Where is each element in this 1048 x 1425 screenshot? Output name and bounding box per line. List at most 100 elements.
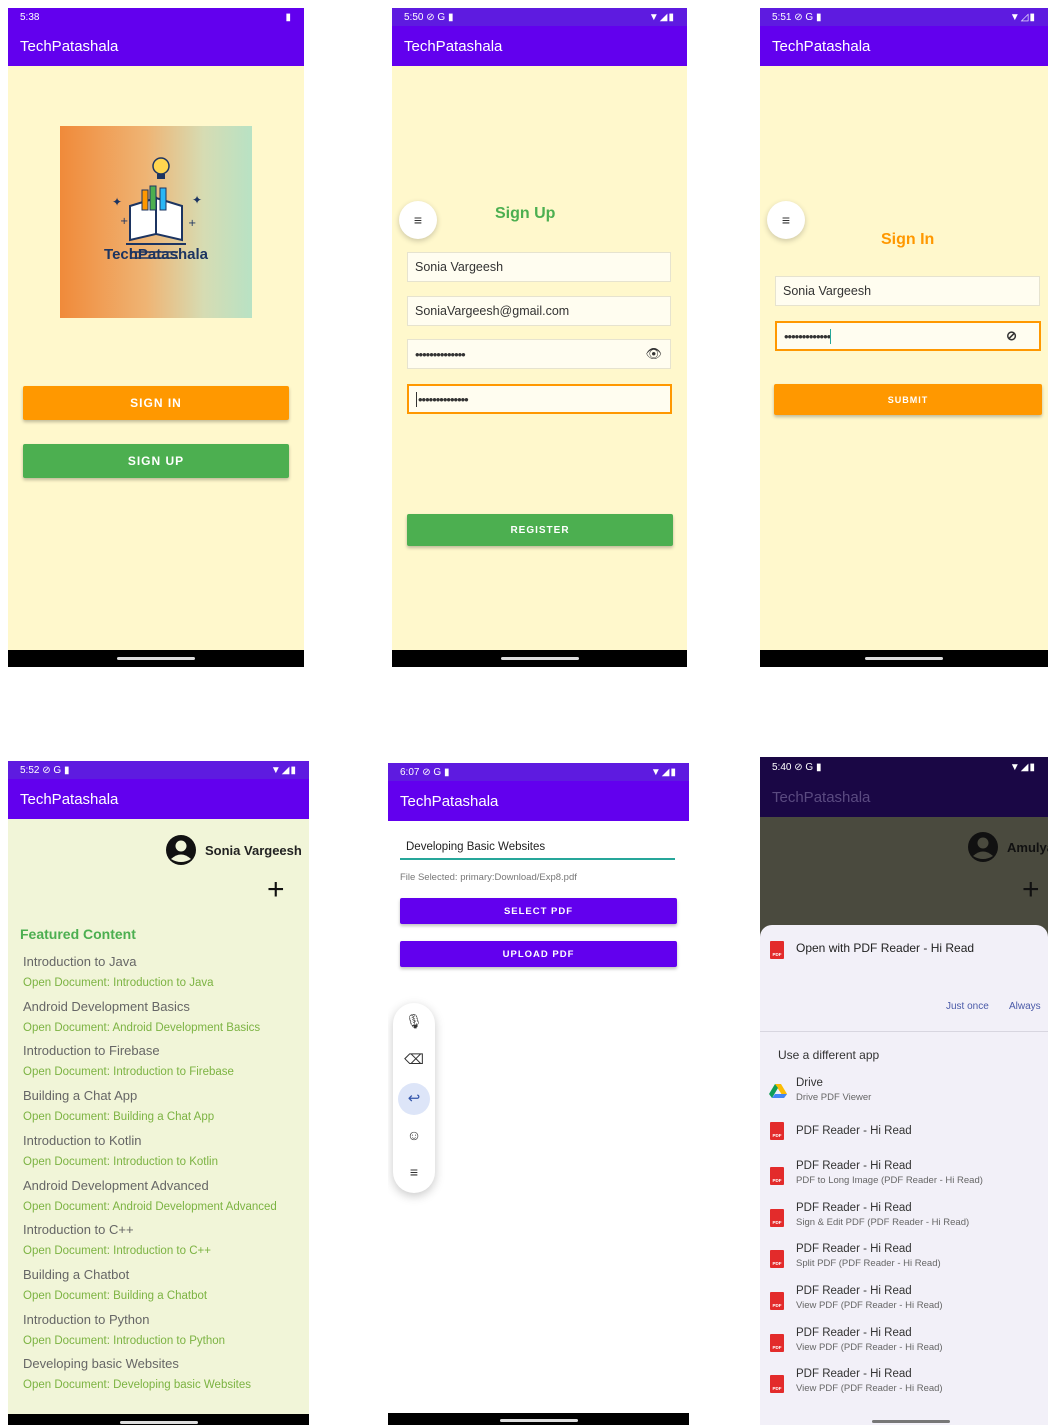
menu-icon[interactable]: ≡: [393, 1164, 435, 1180]
app-bar: TechPatashala: [760, 26, 1048, 66]
open-document-link[interactable]: Open Document: Developing basic Websites: [23, 1379, 251, 1391]
emoji-icon[interactable]: ☺: [393, 1127, 435, 1143]
open-document-link[interactable]: Open Document: Building a Chat App: [23, 1111, 214, 1123]
add-icon[interactable]: +: [267, 875, 285, 905]
logo-text: TechPatashala: [104, 246, 208, 263]
status-time: 6:07 ⊘ G ▮: [400, 766, 450, 778]
name-field[interactable]: Sonia Vargeesh: [775, 276, 1040, 306]
register-button[interactable]: REGISTER: [407, 514, 673, 546]
app-option[interactable]: Drive Drive PDF Viewer: [760, 1075, 1048, 1111]
visibility-icon[interactable]: 👁: [645, 346, 662, 362]
always-button[interactable]: Always: [1009, 1001, 1041, 1012]
home-handle[interactable]: [500, 657, 579, 660]
just-once-button[interactable]: Just once: [946, 1001, 989, 1012]
app-title: TechPatashala: [404, 37, 503, 55]
backspace-icon[interactable]: ⌫: [393, 1051, 435, 1068]
content-title: Developing basic Websites: [23, 1356, 179, 1372]
select-pdf-button[interactable]: SELECT PDF: [400, 898, 677, 924]
pdf-icon: PDF: [770, 1333, 784, 1352]
menu-icon[interactable]: ≡: [399, 201, 437, 239]
open-document-link[interactable]: Open Document: Building a Chatbot: [23, 1290, 207, 1302]
app-option[interactable]: PDF PDF Reader - Hi Read View PDF (PDF Rea…: [760, 1283, 1048, 1319]
open-document-link[interactable]: Open Document: Introduction to Python: [23, 1335, 225, 1347]
sign-in-title: Sign In: [881, 231, 935, 248]
pdf-icon: PDF: [770, 1121, 784, 1140]
home-handle[interactable]: [117, 657, 195, 660]
nav-bar: [388, 1413, 689, 1425]
app-option-subtitle: View PDF (PDF Reader - Hi Read): [796, 1341, 943, 1353]
confirm-password-field[interactable]: ••••••••••••••: [407, 384, 672, 414]
open-document-link[interactable]: Open Document: Introduction to Firebase: [23, 1066, 234, 1078]
text-cursor: [416, 391, 417, 407]
content-title: Introduction to Python: [23, 1311, 150, 1327]
app-option-subtitle: Split PDF (PDF Reader - Hi Read): [796, 1258, 941, 1270]
content-title: Building a Chatbot: [23, 1266, 130, 1282]
pdf-icon: PDF: [770, 1208, 784, 1227]
app-option-title: PDF Reader - Hi Read: [796, 1368, 912, 1381]
app-title: TechPatashala: [772, 37, 871, 55]
app-option[interactable]: PDF PDF Reader - Hi Read Sign & Edit PDF (…: [760, 1200, 1048, 1236]
screen-sign-in: 5:51 ⊘ G ▮ ▼◿▮ TechPatashala ≡ Sign In S…: [760, 8, 1048, 667]
app-option[interactable]: PDF PDF Reader - Hi Read Split PDF (PDF Re…: [760, 1241, 1048, 1277]
pdf-icon: PDF: [770, 1292, 784, 1310]
submit-button[interactable]: SUBMIT: [774, 384, 1042, 415]
open-with-sheet: PDF Open with PDF Reader - Hi Read Just …: [760, 925, 1048, 1425]
password-mask: ••••••••••••••: [415, 346, 466, 362]
app-option-subtitle: Sign & Edit PDF (PDF Reader - Hi Read): [796, 1216, 970, 1228]
content-title: Android Development Basics: [23, 998, 190, 1014]
app-option-title: PDF Reader - Hi Read: [796, 1160, 912, 1173]
signal-battery-icon: ▼◢▮: [648, 11, 675, 23]
app-option[interactable]: PDF PDF Reader - Hi Read View PDF (PDF Rea…: [760, 1325, 1048, 1361]
sign-in-button[interactable]: SIGN IN: [23, 386, 289, 420]
visibility-off-icon[interactable]: ⊘: [1006, 328, 1017, 344]
app-option[interactable]: PDF PDF Reader - Hi Read: [760, 1117, 1048, 1153]
mic-icon[interactable]: 🎙: [393, 1013, 435, 1030]
status-bar: 5:50 ⊘ G ▮ ▼◢▮: [392, 8, 687, 26]
open-with-title: Open with PDF Reader - Hi Read: [796, 941, 975, 955]
enter-icon[interactable]: ↩: [398, 1083, 430, 1115]
svg-text:+: +: [120, 216, 128, 227]
status-time: 5:38: [20, 11, 40, 23]
screen-sign-up: 5:50 ⊘ G ▮ ▼◢▮ TechPatashala ≡ Sign Up S…: [392, 8, 687, 667]
home-handle[interactable]: [865, 657, 943, 660]
use-different-app-label: Use a different app: [778, 1048, 880, 1062]
open-document-link[interactable]: Open Document: Introduction to Kotlin: [23, 1156, 218, 1168]
divider: [760, 1031, 1048, 1032]
status-time: 5:40 ⊘ G ▮: [772, 761, 822, 773]
title-input[interactable]: Developing Basic Websites: [400, 841, 675, 860]
app-option-title: PDF Reader - Hi Read: [796, 1285, 912, 1297]
account-icon[interactable]: [165, 834, 197, 866]
upload-pdf-button[interactable]: UPLOAD PDF: [400, 941, 677, 967]
app-option[interactable]: PDF PDF Reader - Hi Read View PDF (PDF Rea…: [760, 1366, 1048, 1402]
password-field[interactable]: •••••••••••••• 👁: [407, 339, 671, 369]
password-field[interactable]: ••••••••••••• ⊘: [775, 321, 1041, 351]
app-option[interactable]: PDF PDF Reader - Hi Read PDF to Long Image…: [760, 1158, 1048, 1194]
email-field[interactable]: SoniaVargeesh@gmail.com: [407, 296, 671, 326]
status-bar: 5:40 ⊘ G ▮ ▼◢▮: [760, 757, 1048, 777]
status-bar: 6:07 ⊘ G ▮ ▼◢▮: [388, 763, 689, 781]
app-option-title: PDF Reader - Hi Read: [796, 1124, 912, 1137]
app-bar: TechPatashala: [8, 26, 304, 66]
home-handle[interactable]: [499, 1419, 578, 1422]
status-bar: 5:51 ⊘ G ▮ ▼◿▮: [760, 8, 1048, 26]
menu-icon[interactable]: ≡: [767, 201, 805, 239]
app-option-title: PDF Reader - Hi Read: [796, 1326, 912, 1339]
home-handle[interactable]: [119, 1421, 198, 1424]
nav-handle[interactable]: [872, 1420, 950, 1423]
open-document-link[interactable]: Open Document: Introduction to C++: [23, 1245, 211, 1257]
status-time: 5:51 ⊘ G ▮: [772, 11, 822, 23]
signal-battery-icon: ▼◿▮: [1009, 11, 1036, 23]
nav-bar: [8, 650, 304, 667]
nav-bar: [760, 650, 1048, 667]
open-document-link[interactable]: Open Document: Android Development Advan…: [23, 1201, 277, 1213]
featured-content-title: Featured Content: [20, 926, 136, 942]
file-selected-text: File Selected: primary:Download/Exp8.pdf: [400, 872, 577, 883]
app-logo: ✦ ✦ + + TechPatashala: [60, 126, 252, 318]
sign-up-button[interactable]: SIGN UP: [23, 444, 289, 478]
open-document-link[interactable]: Open Document: Introduction to Java: [23, 977, 214, 989]
name-field[interactable]: Sonia Vargeesh: [407, 252, 671, 282]
content-title: Introduction to Java: [23, 954, 137, 969]
status-bar: 5:38 ▮: [8, 8, 304, 26]
open-document-link[interactable]: Open Document: Android Development Basic…: [23, 1022, 260, 1034]
content-title: Building a Chat App: [23, 1088, 138, 1104]
